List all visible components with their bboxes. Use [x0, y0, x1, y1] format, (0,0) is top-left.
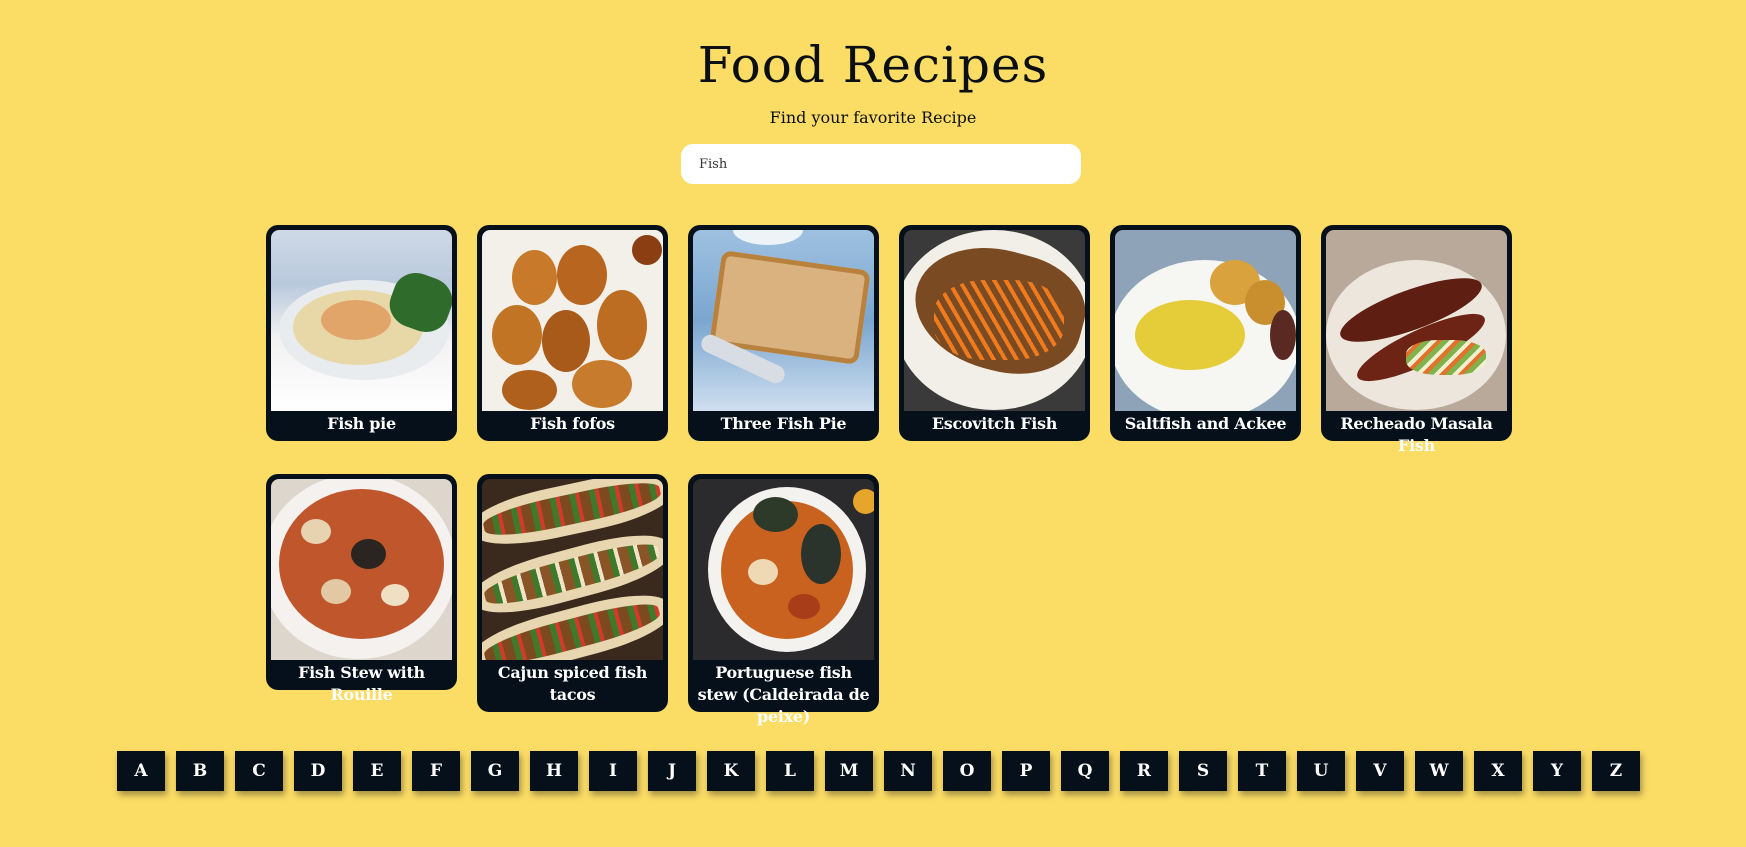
recipe-name: Escovitch Fish: [931, 414, 1058, 433]
page-subtitle: Find your favorite Recipe: [769, 108, 977, 127]
search-input[interactable]: [697, 155, 1065, 173]
letter-button-l[interactable]: L: [766, 751, 814, 791]
letter-button-b[interactable]: B: [176, 751, 224, 791]
page-title: Food Recipes: [697, 36, 1049, 94]
search-box[interactable]: [681, 144, 1081, 184]
letter-button-d[interactable]: D: [294, 751, 342, 791]
saltfish-ackee-photo: [1115, 230, 1296, 411]
recipe-name: Portuguese fish stew (Caldeirada de peix…: [697, 663, 870, 726]
portuguese-fish-stew-photo: [693, 479, 874, 660]
recipe-card[interactable]: Recheado Masala Fish: [1321, 225, 1512, 455]
fish-stew-rouille-photo: [271, 479, 452, 660]
recipe-card[interactable]: Portuguese fish stew (Caldeirada de peix…: [688, 474, 879, 726]
letter-button-n[interactable]: N: [884, 751, 932, 791]
letter-button-k[interactable]: K: [707, 751, 755, 791]
recipe-name: Fish pie: [327, 414, 396, 433]
letter-button-p[interactable]: P: [1002, 751, 1050, 791]
recipe-card[interactable]: Fish fofos: [477, 225, 668, 441]
letter-button-u[interactable]: U: [1297, 751, 1345, 791]
letter-button-i[interactable]: I: [589, 751, 637, 791]
letter-button-w[interactable]: W: [1415, 751, 1463, 791]
recipe-name: Cajun spiced fish tacos: [497, 663, 648, 704]
letter-button-z[interactable]: Z: [1592, 751, 1640, 791]
letter-button-y[interactable]: Y: [1533, 751, 1581, 791]
letter-button-j[interactable]: J: [648, 751, 696, 791]
cajun-fish-tacos-photo: [482, 479, 663, 660]
letter-button-o[interactable]: O: [943, 751, 991, 791]
letter-button-f[interactable]: F: [412, 751, 460, 791]
escovitch-fish-photo: [904, 230, 1085, 411]
recipe-name: Three Fish Pie: [720, 414, 847, 433]
recipe-grid: Fish pie Fish fofos Three Fish Pie Escov…: [266, 225, 1512, 726]
three-fish-pie-photo: [693, 230, 874, 411]
letter-button-e[interactable]: E: [353, 751, 401, 791]
recipe-name: Fish Stew with Rouille: [298, 663, 425, 704]
fish-fofos-photo: [482, 230, 663, 411]
recipe-card[interactable]: Three Fish Pie: [688, 225, 879, 441]
recipe-name: Saltfish and Ackee: [1124, 414, 1287, 433]
recipe-card[interactable]: Fish Stew with Rouille: [266, 474, 457, 704]
letter-button-s[interactable]: S: [1179, 751, 1227, 791]
recipe-name: Recheado Masala Fish: [1340, 414, 1493, 455]
recipe-card[interactable]: Fish pie: [266, 225, 457, 441]
letter-button-q[interactable]: Q: [1061, 751, 1109, 791]
letter-button-x[interactable]: X: [1474, 751, 1522, 791]
letter-button-h[interactable]: H: [530, 751, 578, 791]
letter-button-c[interactable]: C: [235, 751, 283, 791]
letter-button-t[interactable]: T: [1238, 751, 1286, 791]
letter-button-r[interactable]: R: [1120, 751, 1168, 791]
fish-pie-photo: [271, 230, 452, 411]
letter-button-a[interactable]: A: [117, 751, 165, 791]
alphabet-nav: A B C D E F G H I J K L M N O P Q R S T …: [117, 751, 1640, 791]
recipe-card[interactable]: Cajun spiced fish tacos: [477, 474, 668, 712]
recipe-card[interactable]: Escovitch Fish: [899, 225, 1090, 441]
letter-button-v[interactable]: V: [1356, 751, 1404, 791]
recipe-card[interactable]: Saltfish and Ackee: [1110, 225, 1301, 441]
recipe-name: Fish fofos: [530, 414, 615, 433]
recheado-masala-fish-photo: [1326, 230, 1507, 411]
letter-button-m[interactable]: M: [825, 751, 873, 791]
letter-button-g[interactable]: G: [471, 751, 519, 791]
